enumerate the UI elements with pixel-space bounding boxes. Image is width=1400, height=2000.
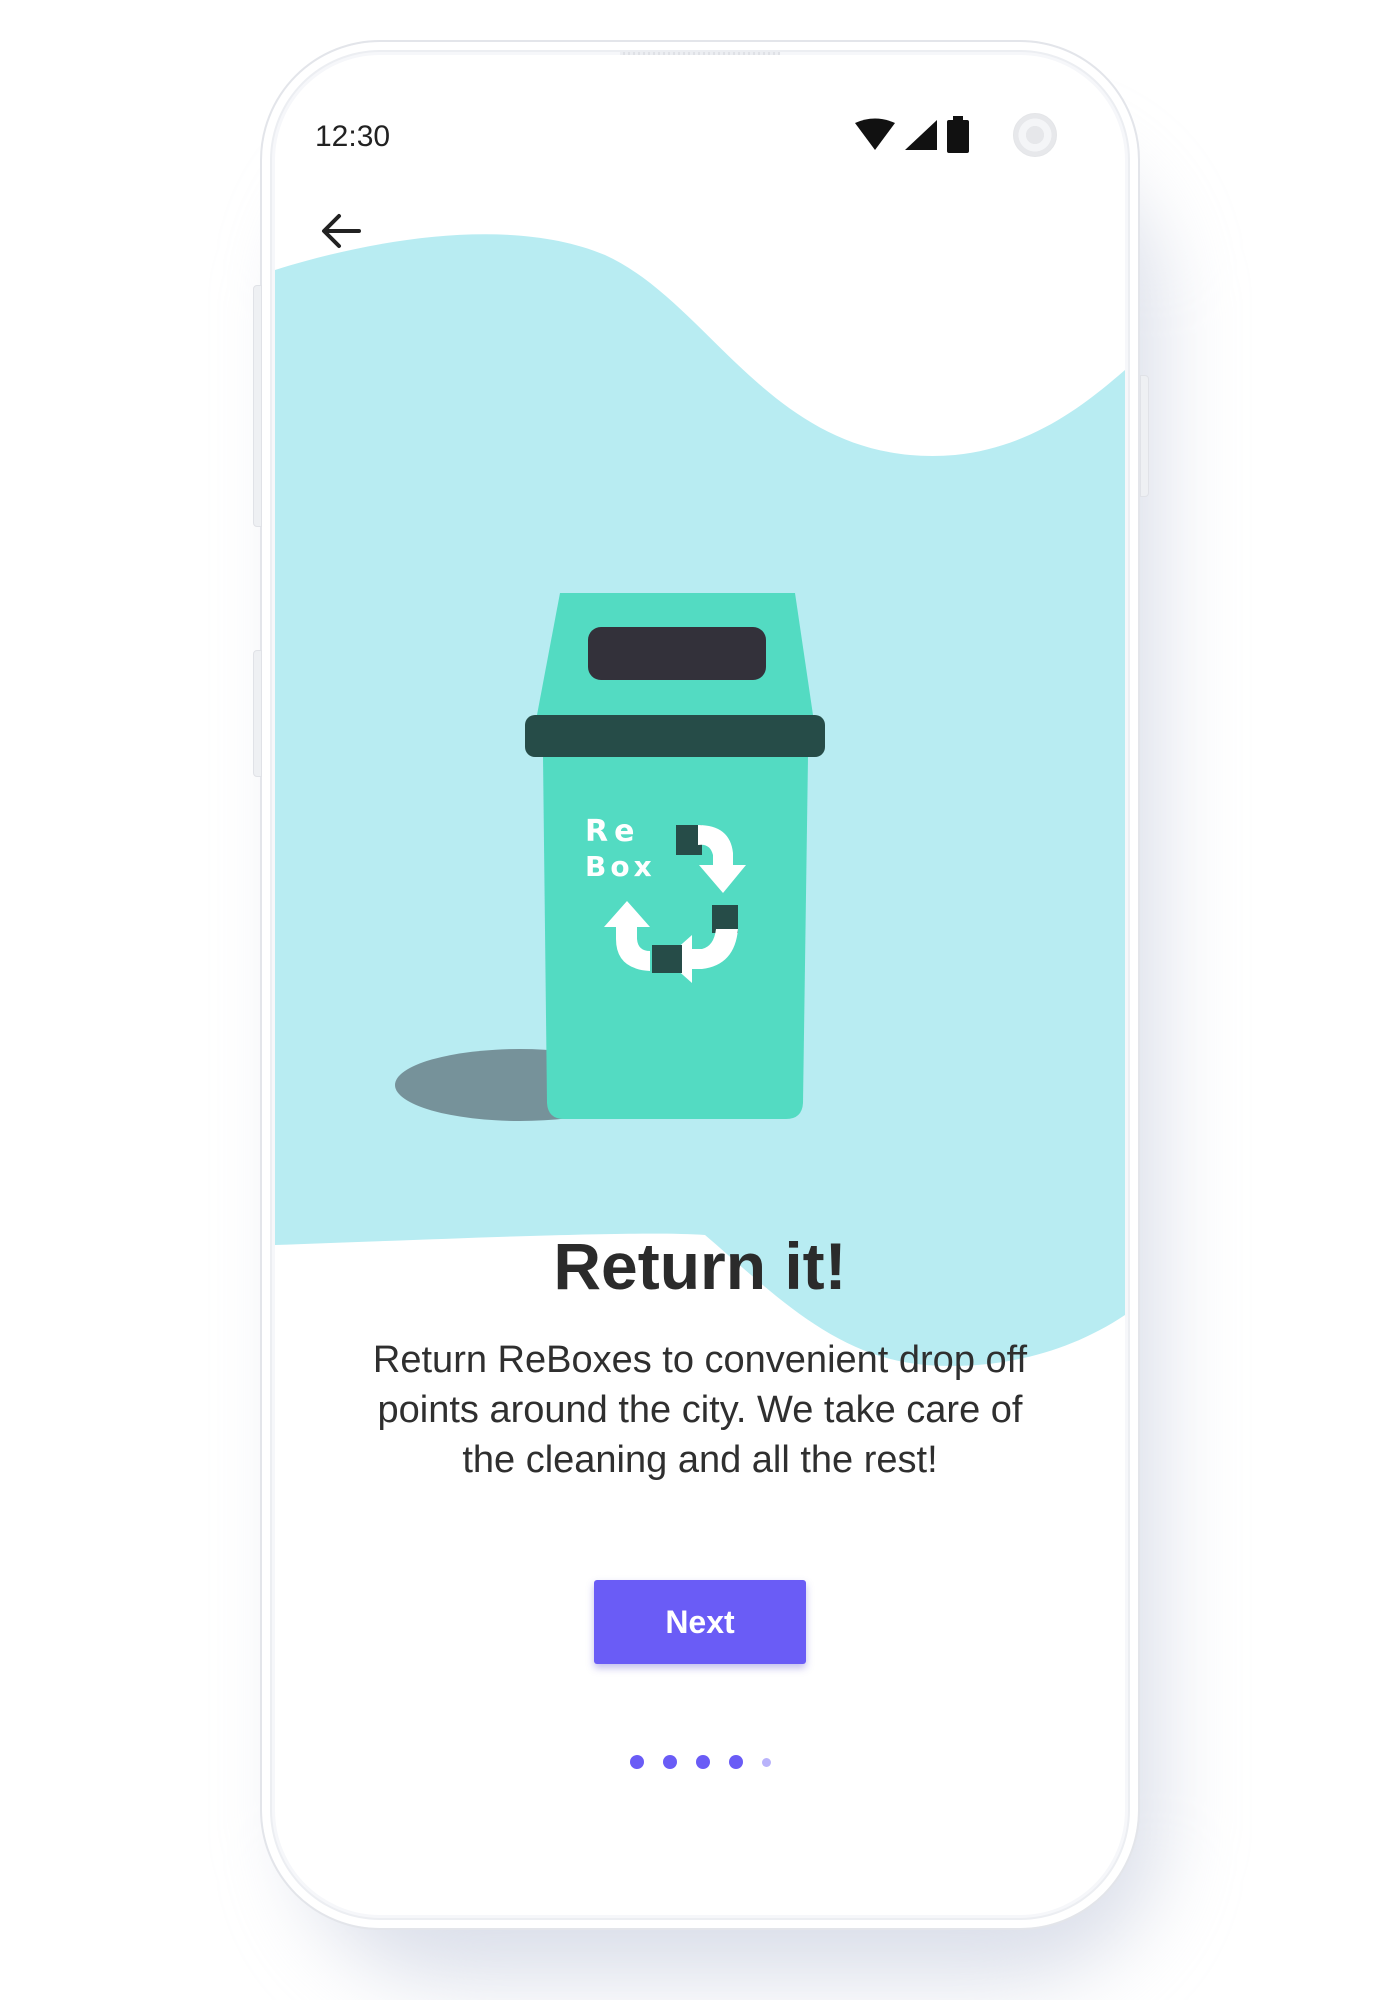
recycle-bin-illustration: Re Box (395, 593, 825, 1121)
wifi-icon (855, 118, 895, 150)
status-icons (855, 115, 971, 155)
back-button[interactable] (315, 205, 367, 257)
pagination-dot[interactable] (629, 1755, 644, 1769)
bin-rim (525, 715, 825, 757)
arrow-left-icon (322, 214, 361, 248)
bin-slot (588, 627, 766, 680)
power-button (1140, 375, 1149, 497)
next-button[interactable]: Next (594, 1580, 806, 1664)
volume-up-button (253, 285, 262, 527)
front-camera (1013, 113, 1057, 157)
pagination-dot[interactable] (695, 1755, 710, 1769)
status-time: 12:30 (315, 120, 391, 153)
brand-text-re: Re (585, 814, 640, 849)
battery-icon (947, 116, 969, 153)
pagination-dot[interactable] (728, 1755, 743, 1769)
pagination-dot-current[interactable] (761, 1757, 771, 1767)
bin-body (543, 757, 808, 1119)
cell-signal-icon (905, 120, 937, 150)
volume-down-button (253, 650, 262, 777)
phone-mockup-stage: 12:30 Re Box Return it! Return ReBoxes t… (0, 0, 1400, 2000)
pagination-dots (275, 1755, 1125, 1769)
brand-text-box: Box (585, 850, 656, 883)
pagination-dot[interactable] (662, 1755, 677, 1769)
onboarding-title: Return it! (553, 1229, 847, 1303)
onboarding-description: Return ReBoxes to convenient drop off po… (372, 1339, 1028, 1481)
app-screen: 12:30 Re Box Return it! Return ReBoxes t… (275, 55, 1125, 1915)
